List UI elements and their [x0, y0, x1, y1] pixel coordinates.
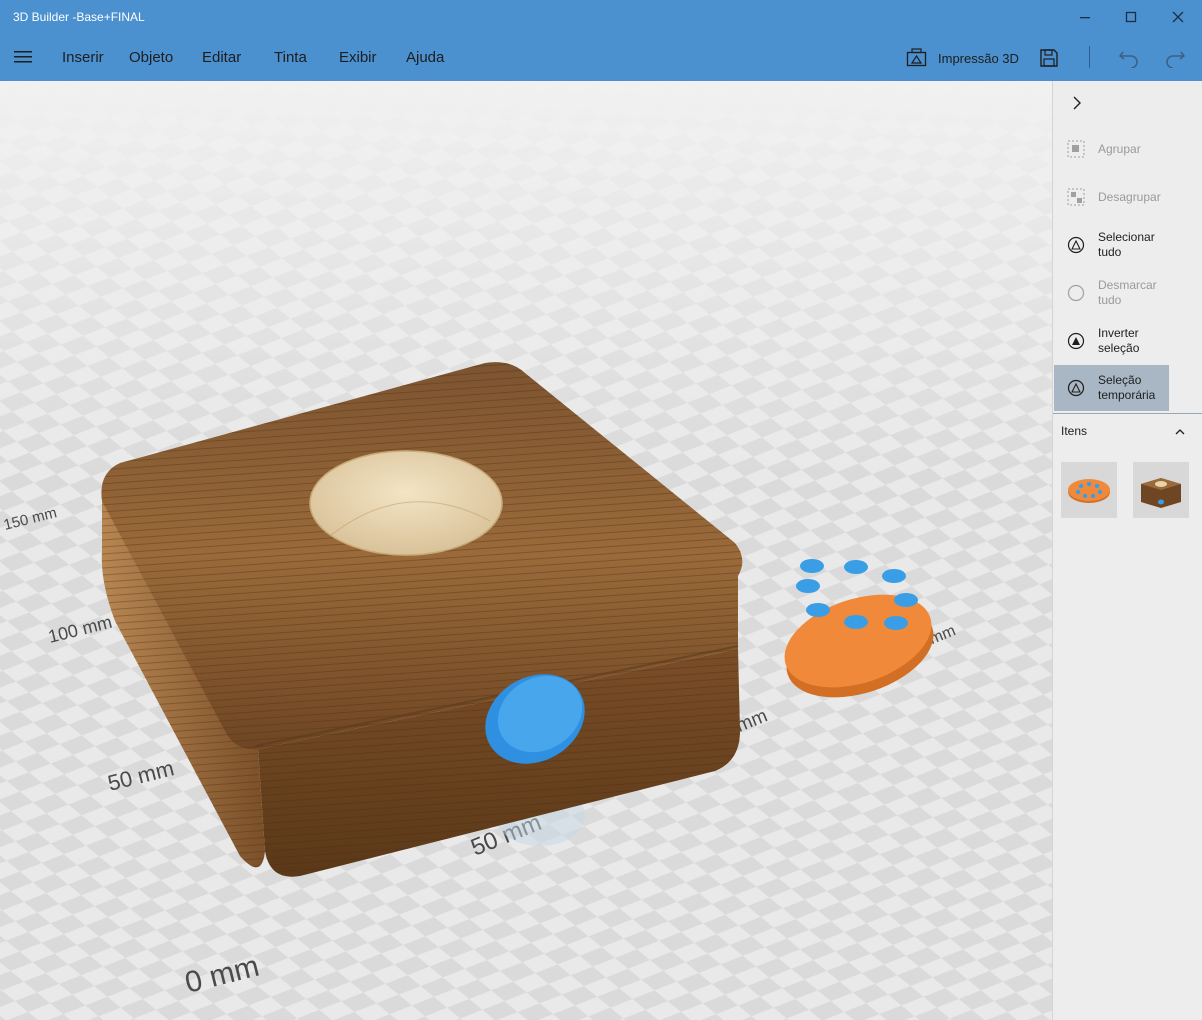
window-title: 3D Builder -Base+FINAL — [13, 10, 145, 24]
temporary-selection-icon — [1067, 379, 1085, 397]
panel-item-desmarcar-tudo[interactable]: Desmarcar tudo — [1054, 270, 1169, 316]
deselect-all-icon — [1067, 284, 1085, 302]
group-icon — [1067, 140, 1085, 158]
selection-panel: Agrupar Desagrupar Selecionar tudo Desma… — [1052, 81, 1202, 1020]
redo-icon — [1166, 51, 1186, 68]
panel-item-selecionar-tudo[interactable]: Selecionar tudo — [1054, 222, 1169, 268]
save-icon — [1040, 49, 1058, 67]
menu-editar[interactable]: Editar — [202, 49, 241, 66]
chevron-right-icon — [1073, 96, 1081, 110]
print-3d-button[interactable]: Impressão 3D — [906, 47, 1019, 69]
save-button[interactable] — [1036, 45, 1062, 71]
menu-objeto[interactable]: Objeto — [129, 49, 173, 66]
toolbar-divider — [1089, 46, 1090, 68]
panel-item-selecao-temporaria[interactable]: Seleção temporária — [1054, 365, 1169, 411]
maximize-button[interactable] — [1108, 0, 1154, 34]
menu-ajuda[interactable]: Ajuda — [406, 49, 444, 66]
chevron-up-icon[interactable] — [1173, 425, 1187, 439]
ungroup-icon — [1067, 188, 1085, 206]
invert-selection-icon — [1067, 332, 1085, 350]
app-window: 3D Builder -Base+FINAL Inserir Objeto Ed… — [0, 0, 1202, 1020]
panel-item-label: Selecionar tudo — [1098, 230, 1155, 259]
panel-item-desagrupar[interactable]: Desagrupar — [1054, 174, 1169, 220]
panel-item-label: Desmarcar tudo — [1098, 278, 1157, 307]
panel-item-label: Desagrupar — [1098, 189, 1161, 204]
maximize-icon — [1125, 11, 1137, 23]
panel-item-label-line2: temporária — [1098, 388, 1156, 402]
panel-item-inverter-selecao[interactable]: Inverter seleção — [1054, 318, 1169, 364]
select-all-icon — [1067, 236, 1085, 254]
panel-item-label: Seleção temporária — [1098, 373, 1155, 403]
hamburger-icon — [14, 51, 32, 63]
menu-tinta[interactable]: Tinta — [274, 49, 307, 66]
items-header: Itens — [1061, 424, 1088, 438]
menu-exibir[interactable]: Exibir — [339, 49, 377, 66]
menu-inserir[interactable]: Inserir — [62, 49, 104, 66]
panel-item-agrupar[interactable]: Agrupar — [1054, 126, 1169, 172]
panel-item-label: Inverter seleção — [1098, 326, 1140, 355]
close-button[interactable] — [1155, 0, 1201, 34]
panel-collapse-button[interactable] — [1067, 93, 1087, 113]
close-icon — [1172, 11, 1184, 23]
menu-bar: Inserir Objeto Editar Tinta Exibir Ajuda… — [0, 34, 1202, 81]
box-hole — [309, 450, 503, 556]
minimize-button[interactable] — [1062, 0, 1108, 34]
print-3d-label: Impressão 3D — [938, 50, 1019, 66]
3d-viewport[interactable]: 0 mm 50 mm 100 mm 150 mm 50 mm 100 mm 15… — [0, 81, 1052, 1020]
orange-disc-thumbnail[interactable] — [1061, 462, 1117, 518]
undo-button[interactable] — [1116, 45, 1142, 71]
orange-disc-thumbnail-image — [1068, 479, 1110, 503]
undo-icon — [1118, 51, 1138, 68]
title-bar: 3D Builder -Base+FINAL — [0, 0, 1202, 34]
hamburger-menu-button[interactable] — [9, 44, 37, 70]
wooden-box-thumbnail[interactable] — [1133, 462, 1189, 518]
wooden-box-thumbnail-image — [1141, 478, 1181, 508]
printer-3d-icon — [906, 48, 927, 67]
panel-item-label: Agrupar — [1098, 141, 1141, 156]
scene-canvas[interactable]: 0 mm 50 mm 100 mm 150 mm 50 mm 100 mm 15… — [0, 81, 1052, 1020]
redo-button[interactable] — [1162, 45, 1188, 71]
minimize-icon — [1080, 17, 1090, 19]
panel-item-label-line1: Seleção — [1098, 373, 1142, 387]
panel-divider — [1053, 413, 1202, 414]
